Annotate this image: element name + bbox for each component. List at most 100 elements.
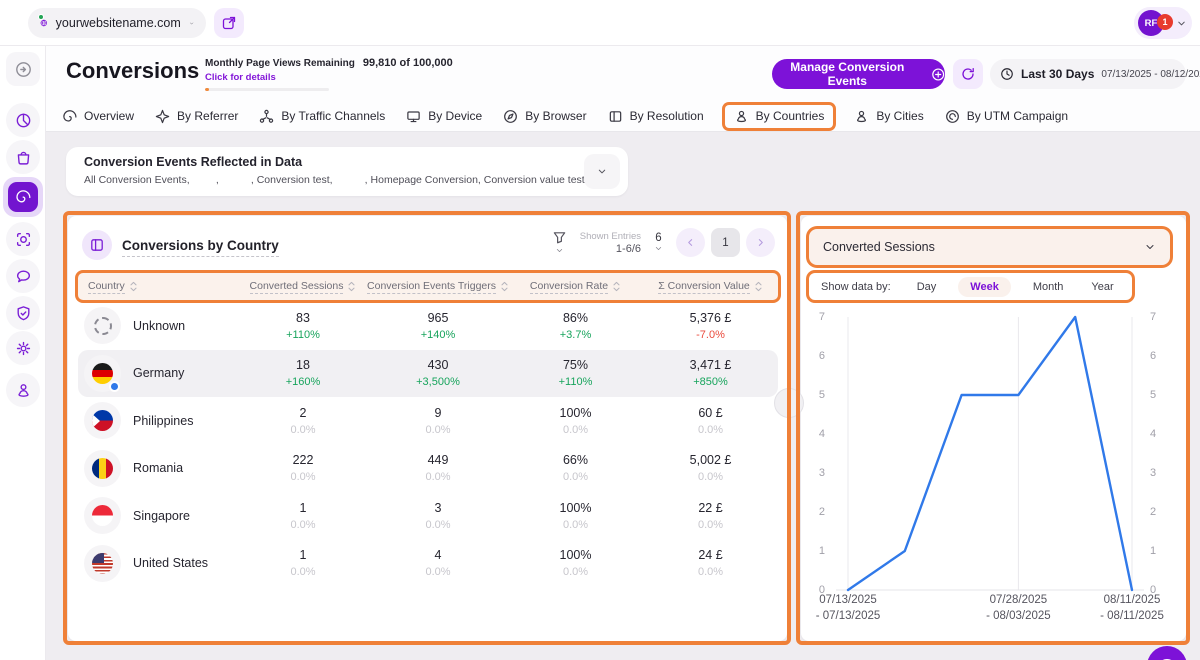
tab-by-browser[interactable]: By Browser (503, 105, 586, 128)
interval-year[interactable]: Year (1085, 277, 1119, 297)
network-nodes-icon (259, 109, 274, 124)
website-name: yourwebsitename.com (56, 16, 181, 30)
country-cell: Singapore (78, 497, 238, 534)
interval-month[interactable]: Month (1027, 277, 1070, 297)
column-header-conversion-value[interactable]: Σ Conversion Value (643, 280, 778, 294)
chat-widget-button[interactable] (1147, 646, 1187, 660)
funnel-icon (552, 230, 567, 245)
notification-badge: 1 (1157, 14, 1173, 30)
table-row-united-states[interactable]: United States10.0%40.0%100%0.0%24 £0.0% (78, 540, 778, 588)
sidebar-item-conversions-spiral[interactable] (3, 177, 43, 217)
refresh-button[interactable] (953, 59, 983, 89)
page-views-details-link[interactable]: Click for details (205, 72, 435, 83)
metric-value: 9 (368, 406, 508, 420)
sidebar-item-shopping-bag[interactable] (6, 140, 40, 174)
tab-overview[interactable]: Overview (62, 105, 134, 128)
column-header-conversion-events-triggers[interactable]: Conversion Events Triggers (368, 280, 508, 294)
metric-change: 0.0% (368, 519, 508, 531)
chat-bubble-icon (1157, 656, 1177, 660)
country-name: Unknown (133, 319, 185, 333)
account-menu[interactable]: RF 1 (1134, 7, 1192, 39)
sidebar-item-collapse-panel[interactable] (6, 52, 40, 86)
table-row-unknown[interactable]: Unknown83+110%965+140%86%+3.7%5,376 £-7.… (78, 302, 778, 350)
table-row-romania[interactable]: Romania2220.0%4490.0%66%0.0%5,002 £0.0% (78, 445, 778, 493)
chevron-down-icon (1176, 18, 1187, 29)
sidebar-item-chat-bubble[interactable] (6, 259, 40, 293)
tab-by-resolution[interactable]: By Resolution (608, 105, 704, 128)
metric-change: 0.0% (238, 519, 368, 531)
manage-button-label: Manage Conversion Events (772, 60, 923, 88)
metric-value: 66% (508, 453, 643, 467)
manage-conversion-events-button[interactable]: Manage Conversion Events (772, 59, 945, 89)
sort-icon (347, 281, 356, 292)
report-tabs: Overview By Referrer By Traffic Channels By… (62, 101, 1068, 131)
column-header-label: Country (88, 280, 125, 294)
metric-change: 0.0% (508, 471, 643, 483)
banner-expand-button[interactable] (584, 154, 620, 189)
page-size-selector[interactable]: 6 (654, 232, 663, 253)
filter-button[interactable] (552, 230, 567, 255)
current-page[interactable]: 1 (711, 228, 740, 257)
window-columns-icon (608, 109, 623, 124)
metric-cell: 24 £0.0% (643, 548, 778, 578)
metric-change: 0.0% (368, 424, 508, 436)
panel-resize-handle[interactable] (774, 388, 804, 418)
metric-change: 0.0% (368, 471, 508, 483)
sidebar-item-pie-chart[interactable] (6, 103, 40, 137)
y-axis-tick-right: 4 (1150, 426, 1172, 442)
column-header-label: Converted Sessions (250, 280, 344, 294)
metric-cell: 10.0% (238, 548, 368, 578)
metric-change: +3,500% (368, 376, 508, 388)
settings-gear-icon (15, 340, 32, 357)
y-axis-tick-right: 6 (1150, 348, 1172, 364)
interval-day[interactable]: Day (911, 277, 943, 297)
sidebar-item-focus-target[interactable] (6, 222, 40, 256)
metric-value: 22 £ (643, 501, 778, 515)
metric-value: 75% (508, 358, 643, 372)
banner-subtitle: All Conversion Events, , , Conversion te… (84, 174, 604, 186)
y-axis-tick-left: 7 (803, 309, 825, 325)
column-header-conversion-rate[interactable]: Conversion Rate (508, 280, 643, 294)
metric-value: 100% (508, 501, 643, 515)
table-row-singapore[interactable]: Singapore10.0%30.0%100%0.0%22 £0.0% (78, 492, 778, 540)
progress-fill (205, 88, 209, 91)
country-name: Philippines (133, 414, 193, 428)
metric-change: 0.0% (508, 566, 643, 578)
interval-week[interactable]: Week (958, 277, 1011, 297)
table-row-philippines[interactable]: Philippines20.0%90.0%100%0.0%60 £0.0% (78, 397, 778, 445)
chevron-down-icon (189, 18, 194, 29)
sidebar-item-shield-check[interactable] (6, 296, 40, 330)
tab-label: Overview (84, 109, 134, 123)
date-range-selector[interactable]: Last 30 Days 07/13/2025 - 08/12/2025 (990, 59, 1186, 89)
metric-change: -7.0% (643, 329, 778, 341)
metric-change: 0.0% (643, 519, 778, 531)
previous-page-button[interactable] (676, 228, 705, 257)
sidebar-item-location-person[interactable] (6, 373, 40, 407)
x-axis-tick: 07/13/2025- 07/13/2025 (793, 592, 903, 624)
tab-by-countries[interactable]: By Countries (725, 105, 834, 128)
tab-label: By Browser (525, 109, 586, 123)
tab-by-referrer[interactable]: By Referrer (155, 105, 238, 128)
external-link-icon (221, 15, 237, 31)
table-row-germany[interactable]: Germany18+160%430+3,500%75%+110%3,471 £+… (78, 350, 778, 398)
metric-change: 0.0% (368, 566, 508, 578)
tab-by-traffic-channels[interactable]: By Traffic Channels (259, 105, 385, 128)
column-header-converted-sessions[interactable]: Converted Sessions (238, 280, 368, 294)
x-axis-tick: 08/11/2025- 08/11/2025 (1077, 592, 1187, 624)
chevron-down-icon (555, 246, 564, 255)
sidebar-item-settings-gear[interactable] (6, 331, 40, 365)
country-cell: United States (78, 545, 238, 582)
tab-label: By Resolution (630, 109, 704, 123)
metric-dropdown[interactable]: Converted Sessions (809, 229, 1170, 265)
tab-by-device[interactable]: By Device (406, 105, 482, 128)
metric-cell: 9 0.0% (368, 406, 508, 436)
metric-cell: 100%0.0% (508, 406, 643, 436)
open-website-button[interactable] (214, 8, 244, 38)
metric-cell: 3,471 £+850% (643, 358, 778, 388)
column-header-country[interactable]: Country (78, 280, 238, 294)
website-selector[interactable]: yourwebsitename.com (28, 8, 206, 38)
next-page-button[interactable] (746, 228, 775, 257)
tab-by-utm-campaign[interactable]: By UTM Campaign (945, 105, 1068, 128)
sort-icon (754, 281, 763, 292)
tab-by-cities[interactable]: By Cities (854, 105, 923, 128)
